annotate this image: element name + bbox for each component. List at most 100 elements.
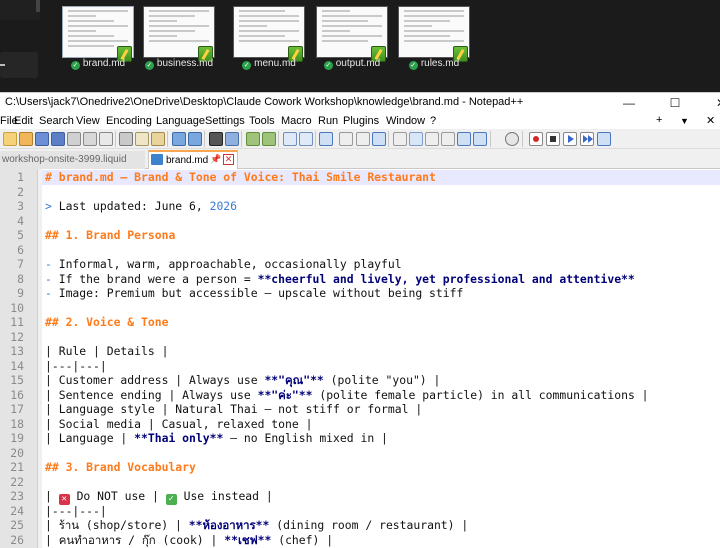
document-map-icon[interactable] (372, 132, 386, 146)
menu-search[interactable]: Search (39, 115, 74, 127)
line-number: 17 (10, 402, 24, 416)
open-file-icon[interactable] (19, 132, 33, 146)
code-line: - Informal, warm, approachable, occasion… (45, 257, 402, 271)
thumbnail-business[interactable]: ✓ business.md (143, 6, 215, 76)
code-line: | Social media | Casual, relaxed tone | (45, 416, 313, 431)
redo-icon[interactable] (188, 132, 202, 146)
maximize-button[interactable]: ☐ (652, 93, 698, 113)
replace-icon[interactable] (225, 132, 239, 146)
macro-save-icon[interactable] (597, 132, 611, 146)
line-number: 11 (10, 315, 24, 329)
tab-close-icon[interactable]: ✕ (223, 154, 234, 165)
code-line: | Sentence ending | Always use **"ค่ะ"**… (45, 387, 649, 402)
menu-plugins[interactable]: Plugins (343, 115, 379, 127)
copy-icon[interactable] (135, 132, 149, 146)
doc-switcher-icon[interactable] (441, 132, 455, 146)
tab-label: brand.md (166, 155, 209, 166)
menu-macro[interactable]: Macro (281, 115, 312, 127)
code-line: - If the brand were a person = **cheerfu… (45, 271, 635, 286)
paste-icon[interactable] (151, 132, 165, 146)
menu-encoding[interactable]: Encoding (106, 115, 152, 127)
menu-run[interactable]: Run (318, 115, 338, 127)
code-line: | คนทำอาหาร / กุ๊ก (cook) | **เชฟ** (che… (45, 532, 334, 547)
synced-check-icon: ✓ (242, 61, 252, 70)
line-number: 25 (10, 518, 24, 532)
thumbnail-brand[interactable]: ✓ brand.md (62, 6, 134, 76)
line-number: 15 (10, 373, 24, 387)
monitoring-icon[interactable] (425, 132, 439, 146)
toolbar-separator (167, 131, 168, 147)
file-icon (151, 154, 163, 165)
menu-view[interactable]: View (76, 115, 100, 127)
function-list-icon[interactable] (393, 132, 407, 146)
new-file-icon[interactable] (3, 132, 17, 146)
menu-window[interactable]: Window (386, 115, 425, 127)
save-icon[interactable] (35, 132, 49, 146)
thumbnail-label: rules.md (420, 58, 460, 69)
code-line: > Last updated: June 6, 2026 (45, 199, 238, 213)
menu-tools[interactable]: Tools (249, 115, 275, 127)
preview-window[interactable] (0, 52, 38, 78)
minimize-button[interactable]: — (606, 93, 652, 113)
line-number: 20 (10, 445, 24, 460)
thumbnail-rules[interactable]: ✓ rules.md (398, 6, 470, 76)
pin-icon[interactable]: 📌 (210, 154, 221, 165)
close-document-icon[interactable]: ✕ (706, 114, 715, 127)
close-file-icon[interactable] (67, 132, 81, 146)
preview-edge (36, 0, 40, 12)
tab-label: workshop-onsite-3999.liquid (2, 154, 127, 165)
menu-bar: File Edit Search View Encoding Language … (0, 112, 720, 129)
undo-icon[interactable] (172, 132, 186, 146)
code-line: |---|---| (45, 358, 107, 373)
word-wrap-icon[interactable] (319, 132, 333, 146)
fold-margin (38, 169, 42, 548)
sync-vertical-icon[interactable] (283, 132, 297, 146)
line-number: 16 (10, 387, 24, 402)
add-icon[interactable]: + (656, 114, 662, 126)
close-all-icon[interactable] (83, 132, 97, 146)
macro-run-multiple-icon[interactable] (580, 132, 594, 146)
tab-workshop-liquid[interactable]: workshop-onsite-3999.liquid (0, 151, 145, 169)
macro-record-icon[interactable] (529, 132, 543, 146)
save-all-icon[interactable] (51, 132, 65, 146)
synced-check-icon: ✓ (144, 61, 154, 70)
line-number: 8 (17, 271, 24, 286)
print-icon[interactable] (99, 132, 113, 146)
sync-horizontal-icon[interactable] (299, 132, 313, 146)
menu-language[interactable]: Language (156, 115, 205, 127)
menu-settings[interactable]: Settings (205, 115, 245, 127)
line-number: 23 (10, 489, 24, 503)
panel-icon[interactable] (457, 132, 471, 146)
line-number: 1 (17, 170, 24, 184)
find-icon[interactable] (209, 132, 223, 146)
menu-edit[interactable]: Edit (14, 115, 33, 127)
folder-workspace-icon[interactable] (409, 132, 423, 146)
toolbar-separator (204, 131, 205, 147)
zoom-in-icon[interactable] (246, 132, 260, 146)
line-number: 4 (17, 213, 24, 228)
tab-bar: workshop-onsite-3999.liquid brand.md 📌 ✕ (0, 149, 720, 169)
indent-guide-icon[interactable] (356, 132, 370, 146)
cut-icon[interactable] (119, 132, 133, 146)
close-window-button[interactable]: ✕ (698, 93, 720, 113)
thumbnail-menu[interactable]: ✓ menu.md (233, 6, 305, 76)
line-number: 21 (10, 460, 24, 474)
preview-eye-icon[interactable] (505, 132, 519, 146)
toolbar-separator (315, 131, 316, 147)
zoom-out-icon[interactable] (262, 132, 276, 146)
tab-brand-md[interactable]: brand.md 📌 ✕ (148, 150, 238, 169)
dropdown-icon[interactable]: ▼ (680, 116, 689, 126)
code-line: | ร้าน (shop/store) | **ห้องอาหาร** (din… (45, 518, 469, 532)
macro-stop-icon[interactable] (546, 132, 560, 146)
show-all-chars-icon[interactable] (339, 132, 353, 146)
panel-alt-icon[interactable] (473, 132, 487, 146)
thumbnail-label: output.md (335, 58, 381, 69)
line-number: 19 (10, 431, 24, 445)
editor[interactable]: 1 2 3 4 5 6 7 8 9 10 11 12 13 14 15 16 17 18 19 20 21 22 23 24 2… (0, 169, 720, 548)
line-number: 13 (10, 344, 24, 358)
thumbnail-output[interactable]: ✓ output.md (316, 6, 388, 76)
macro-play-icon[interactable] (563, 132, 577, 146)
code-line: # brand.md — Brand & Tone of Voice: Thai… (45, 170, 436, 184)
menu-help[interactable]: ? (430, 115, 436, 127)
thumbnail-label: menu.md (254, 58, 296, 69)
